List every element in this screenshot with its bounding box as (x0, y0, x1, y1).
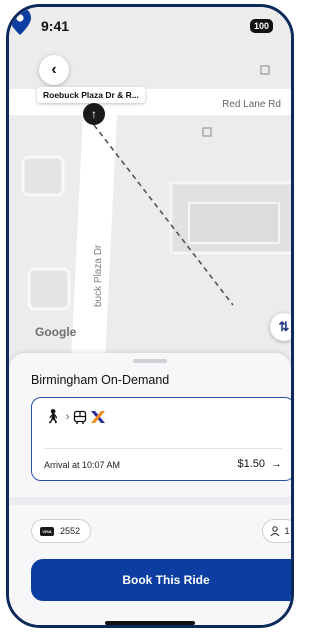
battery-indicator: 100 (249, 19, 273, 33)
pickup-stop-label[interactable]: Roebuck Plaza Dr & R... (37, 87, 145, 103)
service-title: Birmingham On-Demand (31, 373, 170, 387)
payment-method-chip[interactable]: VISA 2552 (31, 519, 91, 543)
building-outline (21, 155, 65, 197)
google-logo: Google (35, 325, 77, 339)
fare-price: $1.50 → (237, 458, 282, 470)
bottom-sheet: Birmingham On-Demand 🚶︎ › Arrival at 10:… (9, 353, 291, 625)
chevron-right-icon: › (65, 410, 70, 423)
rider-count-chip[interactable]: 1 (262, 519, 291, 543)
status-time: 9:41 (41, 18, 70, 34)
arrow-up-icon: ↑ (91, 107, 97, 121)
road-vertical (71, 115, 117, 362)
route-swap-icon: ⇅ (278, 319, 290, 334)
building-outline (27, 267, 71, 311)
section-separator (9, 497, 291, 505)
pickup-pin[interactable]: ↑ (83, 103, 105, 125)
trip-modes: 🚶︎ › (44, 408, 106, 425)
arrow-right-icon: → (271, 458, 282, 470)
card-divider (44, 448, 282, 449)
book-ride-button[interactable]: Book This Ride (31, 559, 291, 601)
visa-card-icon: VISA (40, 526, 54, 536)
back-button[interactable]: ‹ (39, 55, 69, 85)
building-outline (188, 202, 280, 244)
transit-x-logo (91, 410, 106, 423)
chevron-left-icon: ‹ (51, 61, 57, 78)
walk-icon: 🚶︎ (44, 408, 62, 424)
road-label-vertical: buck Plaza Dr (93, 244, 104, 307)
sheet-drag-handle[interactable] (133, 359, 167, 363)
trip-option-card[interactable]: 🚶︎ › Arrival at 10:07 AM $1.50 → (31, 397, 291, 481)
status-icons: 100 (9, 7, 273, 33)
destination-pin-icon[interactable] (9, 7, 31, 35)
bus-icon (74, 410, 87, 424)
phone-frame: 9:41 100 ‹ Roebuck Plaza Dr & R... ↑ Red… (6, 4, 294, 628)
person-icon (271, 526, 280, 536)
home-indicator[interactable] (105, 621, 195, 625)
swap-route-button[interactable]: ⇅ (270, 313, 291, 341)
poi-marker (202, 127, 212, 137)
road-label-horizontal: Red Lane Rd (222, 99, 281, 110)
poi-marker (260, 65, 270, 75)
rider-count: 1 (284, 526, 290, 536)
card-last4: 2552 (60, 526, 81, 536)
fare-amount: $1.50 (237, 458, 265, 470)
map-view[interactable]: 9:41 100 ‹ Roebuck Plaza Dr & R... ↑ Red… (9, 7, 291, 362)
status-bar: 9:41 100 (9, 7, 291, 45)
arrival-time: Arrival at 10:07 AM (44, 460, 121, 470)
